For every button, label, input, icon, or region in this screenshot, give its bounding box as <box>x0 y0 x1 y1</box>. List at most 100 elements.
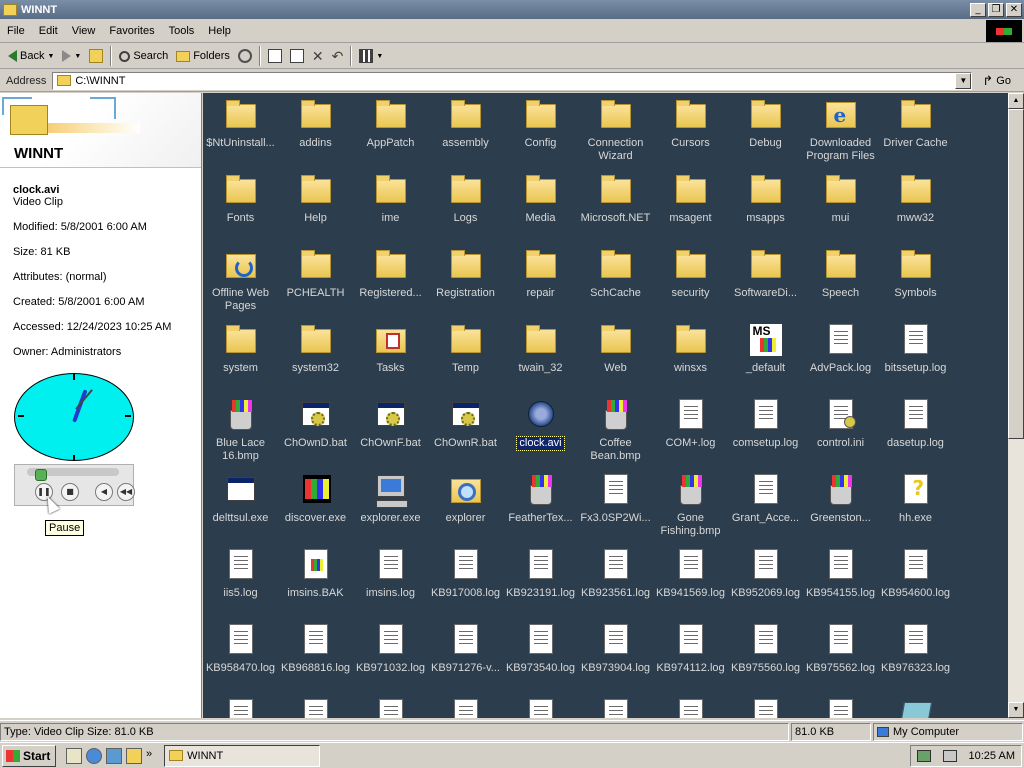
file-item[interactable]: Driver Cache <box>878 98 953 173</box>
rewind-button[interactable]: ◀◀ <box>117 483 135 501</box>
file-item[interactable]: Connection Wizard <box>578 98 653 173</box>
start-button[interactable]: Start <box>2 744 56 767</box>
outlook-icon[interactable] <box>106 747 122 764</box>
file-item[interactable]: AdvPack.log <box>803 323 878 398</box>
file-item[interactable] <box>728 698 803 718</box>
folders-button[interactable]: Folders <box>172 45 234 67</box>
file-item[interactable]: Logs <box>428 173 503 248</box>
file-item[interactable]: mui <box>803 173 878 248</box>
file-item[interactable]: Tasks <box>353 323 428 398</box>
show-desktop-icon[interactable] <box>66 747 82 764</box>
file-item[interactable]: Debug <box>728 98 803 173</box>
file-item[interactable]: Web <box>578 323 653 398</box>
file-item[interactable]: explorer <box>428 473 503 548</box>
forward-button[interactable]: ▼ <box>58 45 85 67</box>
file-item[interactable]: Blue Lace 16.bmp <box>203 398 278 473</box>
stop-button[interactable]: ■ <box>61 483 79 501</box>
file-item[interactable] <box>503 698 578 718</box>
copy-to-button[interactable] <box>286 45 308 67</box>
file-item[interactable]: Greenston... <box>803 473 878 548</box>
previous-button[interactable]: ◀ <box>95 483 113 501</box>
forward-dropdown-icon[interactable]: ▼ <box>74 53 81 60</box>
file-item[interactable]: repair <box>503 248 578 323</box>
file-item[interactable]: dasetup.log <box>878 398 953 473</box>
scroll-down-button[interactable]: ▼ <box>1008 702 1024 718</box>
file-item[interactable]: KB971032.log <box>353 623 428 698</box>
file-item[interactable]: ChOwnF.bat <box>353 398 428 473</box>
views-button[interactable]: ▼ <box>355 45 387 67</box>
file-item[interactable]: winsxs <box>653 323 728 398</box>
minimize-button[interactable]: _ <box>970 2 986 17</box>
file-item[interactable]: system <box>203 323 278 398</box>
address-dropdown-button[interactable]: ▼ <box>955 72 972 89</box>
file-item[interactable]: KB975562.log <box>803 623 878 698</box>
file-item[interactable]: control.ini <box>803 398 878 473</box>
file-item[interactable]: comsetup.log <box>728 398 803 473</box>
file-item[interactable]: Temp <box>428 323 503 398</box>
file-item[interactable]: ChOwnR.bat <box>428 398 503 473</box>
file-item[interactable]: Gone Fishing.bmp <box>653 473 728 548</box>
file-item[interactable]: system32 <box>278 323 353 398</box>
file-item[interactable]: SchCache <box>578 248 653 323</box>
file-item[interactable]: COM+.log <box>653 398 728 473</box>
move-to-button[interactable] <box>264 45 286 67</box>
file-item[interactable]: KB923191.log <box>503 548 578 623</box>
file-item[interactable]: msagent <box>653 173 728 248</box>
menu-tools[interactable]: Tools <box>162 25 202 37</box>
undo-button[interactable]: ↶ <box>328 45 348 67</box>
file-item[interactable]: KB954600.log <box>878 548 953 623</box>
file-item[interactable]: KB968816.log <box>278 623 353 698</box>
file-item[interactable]: KB952069.log <box>728 548 803 623</box>
taskbar-item-winnt[interactable]: WINNT <box>164 744 321 767</box>
file-item[interactable]: KB923561.log <box>578 548 653 623</box>
file-item[interactable] <box>878 698 953 718</box>
file-item[interactable]: discover.exe <box>278 473 353 548</box>
back-dropdown-icon[interactable]: ▼ <box>47 53 54 60</box>
file-item[interactable] <box>803 698 878 718</box>
menu-help[interactable]: Help <box>201 25 238 37</box>
file-item[interactable]: Help <box>278 173 353 248</box>
file-item[interactable]: KB971276-v... <box>428 623 503 698</box>
volume-icon[interactable] <box>942 749 957 762</box>
file-item[interactable]: iis5.log <box>203 548 278 623</box>
vertical-scrollbar[interactable]: ▲ ▼ <box>1008 93 1024 718</box>
file-item[interactable]: KB954155.log <box>803 548 878 623</box>
file-item[interactable]: FeatherTex... <box>503 473 578 548</box>
file-item[interactable]: delttsul.exe <box>203 473 278 548</box>
file-item[interactable] <box>278 698 353 718</box>
address-input[interactable]: C:\WINNT ▼ <box>52 71 973 90</box>
file-item[interactable]: Offline Web Pages <box>203 248 278 323</box>
seek-bar[interactable] <box>27 468 119 481</box>
file-item[interactable]: KB973540.log <box>503 623 578 698</box>
file-item[interactable]: Fx3.0SP2Wi... <box>578 473 653 548</box>
menu-favorites[interactable]: Favorites <box>102 25 161 37</box>
scroll-thumb[interactable] <box>1008 109 1024 439</box>
file-item[interactable]: explorer.exe <box>353 473 428 548</box>
file-item[interactable]: $NtUninstall... <box>203 98 278 173</box>
file-item[interactable]: Coffee Bean.bmp <box>578 398 653 473</box>
file-item[interactable]: KB941569.log <box>653 548 728 623</box>
file-item[interactable]: imsins.log <box>353 548 428 623</box>
restore-button[interactable]: ❐ <box>988 2 1004 17</box>
scroll-up-button[interactable]: ▲ <box>1008 93 1024 109</box>
file-item[interactable]: Symbols <box>878 248 953 323</box>
file-item[interactable]: Config <box>503 98 578 173</box>
file-item[interactable]: Downloaded Program Files <box>803 98 878 173</box>
file-item[interactable]: KB976323.log <box>878 623 953 698</box>
title-bar[interactable]: WINNT _ ❐ ✕ <box>0 0 1024 19</box>
file-item[interactable]: Grant_Acce... <box>728 473 803 548</box>
file-item[interactable] <box>428 698 503 718</box>
file-item[interactable] <box>653 698 728 718</box>
file-item[interactable]: Cursors <box>653 98 728 173</box>
file-item[interactable]: ChOwnD.bat <box>278 398 353 473</box>
file-item[interactable]: Microsoft.NET <box>578 173 653 248</box>
go-button[interactable]: ↱ Go <box>982 73 1011 89</box>
menu-edit[interactable]: Edit <box>32 25 65 37</box>
file-item[interactable]: KB975560.log <box>728 623 803 698</box>
up-button[interactable] <box>85 45 107 67</box>
file-item[interactable]: Media <box>503 173 578 248</box>
menu-file[interactable]: File <box>0 25 32 37</box>
file-item[interactable]: ime <box>353 173 428 248</box>
internet-explorer-icon[interactable] <box>86 747 102 764</box>
file-item[interactable]: security <box>653 248 728 323</box>
